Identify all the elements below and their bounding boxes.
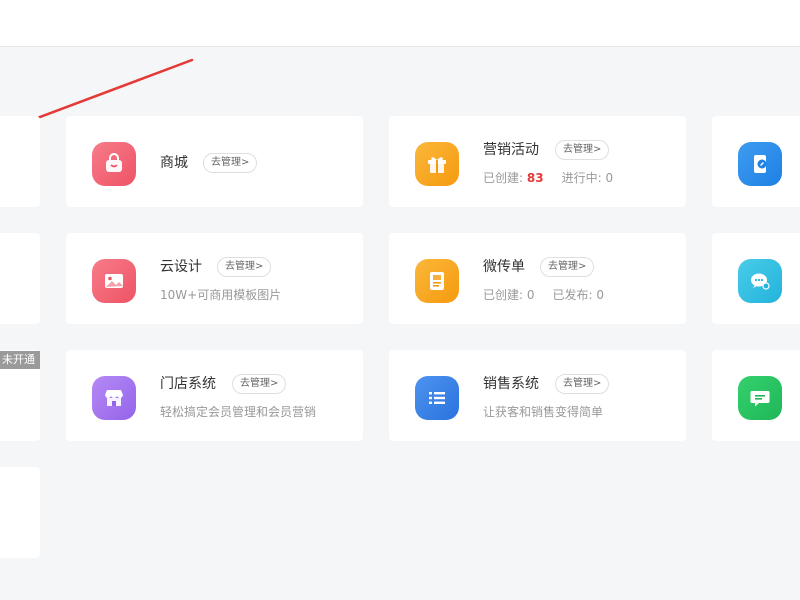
- not-activated-badge: 未开通: [0, 351, 40, 369]
- module-card-mall[interactable]: 商城 去管理>: [66, 116, 363, 207]
- module-title: 门店系统: [160, 376, 216, 392]
- mobile-link-icon: [738, 142, 782, 186]
- created-value: 0: [526, 288, 535, 302]
- manage-button[interactable]: 去管理>: [555, 374, 610, 394]
- list-icon: [415, 376, 459, 420]
- module-title: 销售系统: [483, 376, 539, 392]
- module-title: 云设计: [160, 259, 202, 275]
- manage-button[interactable]: 去管理>: [217, 257, 272, 277]
- wechat-settings-icon: [738, 259, 782, 303]
- module-title: 营销活动: [483, 142, 539, 158]
- right-card-1[interactable]: [712, 116, 800, 207]
- module-title: 商城: [160, 155, 188, 171]
- published-label: 已发布:: [552, 288, 593, 302]
- shopping-bag-icon: [92, 142, 136, 186]
- right-card-3[interactable]: [712, 350, 800, 441]
- image-icon: [92, 259, 136, 303]
- leaflet-icon: [415, 259, 459, 303]
- module-description: 10W+可商用模板图片: [160, 288, 282, 302]
- module-stats: 已创建: 83 进行中: 0: [483, 170, 613, 186]
- created-label: 已创建:: [483, 288, 524, 302]
- module-stats: 已创建: 0 已发布: 0: [483, 287, 604, 303]
- module-card-leaflet[interactable]: 微传单 去管理> 已创建: 0 已发布: 0: [389, 233, 686, 324]
- published-value: 0: [596, 288, 605, 302]
- top-bar: [0, 0, 800, 47]
- store-icon: [92, 376, 136, 420]
- message-icon: [738, 376, 782, 420]
- gift-icon: [415, 142, 459, 186]
- module-card-marketing[interactable]: 营销活动 去管理> 已创建: 83 进行中: 0: [389, 116, 686, 207]
- manage-button[interactable]: 去管理>: [555, 140, 610, 160]
- module-card-cloud-design[interactable]: 云设计 去管理> 10W+可商用模板图片: [66, 233, 363, 324]
- running-value: 0: [605, 171, 614, 185]
- left-card-4[interactable]: [0, 467, 40, 558]
- created-label: 已创建:: [483, 171, 524, 185]
- module-description: 轻松搞定会员管理和会员营销: [160, 405, 317, 419]
- running-label: 进行中:: [561, 171, 602, 185]
- module-description: 让获客和销售变得简单: [483, 405, 604, 419]
- manage-button[interactable]: 去管理>: [540, 257, 595, 277]
- created-value: 83: [526, 171, 544, 185]
- module-card-store-system[interactable]: 门店系统 去管理> 轻松搞定会员管理和会员营销: [66, 350, 363, 441]
- left-card-1[interactable]: [0, 116, 40, 207]
- right-card-2[interactable]: [712, 233, 800, 324]
- left-card-2[interactable]: [0, 233, 40, 324]
- manage-button[interactable]: 去管理>: [232, 374, 287, 394]
- module-card-sales-system[interactable]: 销售系统 去管理> 让获客和销售变得简单: [389, 350, 686, 441]
- manage-button[interactable]: 去管理>: [203, 153, 258, 173]
- module-title: 微传单: [483, 259, 525, 275]
